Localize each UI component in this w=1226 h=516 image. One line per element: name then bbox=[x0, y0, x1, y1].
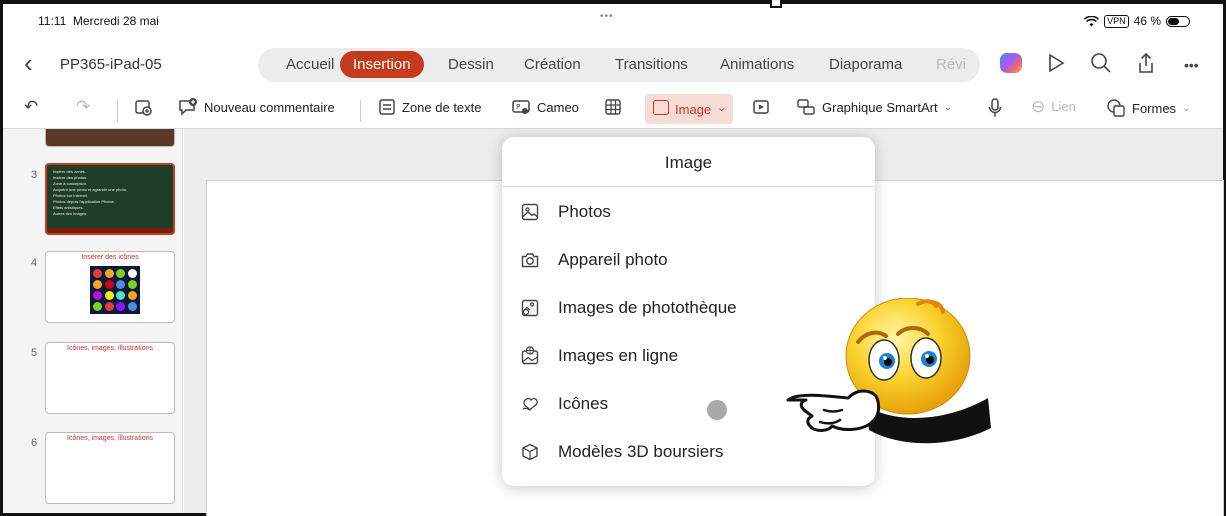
wifi-icon bbox=[1084, 15, 1100, 26]
tab-accueil[interactable]: Accueil bbox=[286, 56, 334, 73]
comment-add-icon bbox=[179, 98, 197, 116]
slide-title: Insérer des icônes bbox=[81, 254, 139, 261]
svg-text:P: P bbox=[516, 103, 520, 111]
redo-icon[interactable]: ↷ bbox=[76, 98, 90, 115]
menu-title: Image bbox=[664, 153, 713, 172]
stock-images-icon bbox=[521, 299, 539, 317]
slide-number: 5 bbox=[31, 347, 38, 359]
shapes-button[interactable]: Formes ⌄ bbox=[1106, 98, 1190, 118]
3d-model-icon bbox=[522, 443, 538, 461]
battery-percent: 46 % bbox=[1133, 14, 1161, 28]
photo-icon bbox=[521, 203, 539, 221]
cameo-button[interactable]: P Cameo bbox=[511, 98, 579, 116]
slide-number: 6 bbox=[31, 437, 38, 449]
date-text: Mercredi 28 mai bbox=[72, 14, 159, 28]
shapes-icon bbox=[1107, 99, 1125, 117]
copilot-icon[interactable] bbox=[1000, 53, 1022, 73]
play-icon[interactable] bbox=[1046, 52, 1066, 74]
shapes-label: Formes bbox=[1132, 100, 1177, 116]
bullet: Autres des images. bbox=[53, 211, 88, 216]
share-icon[interactable] bbox=[1136, 52, 1156, 74]
more-icon[interactable]: ••• bbox=[1184, 57, 1199, 73]
menu-item-label: Modèles 3D boursiers bbox=[558, 442, 724, 461]
slide-thumbnail-selected[interactable]: Insérer des zones. Insérer des photos. Z… bbox=[45, 163, 175, 235]
textbox-icon bbox=[379, 99, 395, 115]
slide-thumbnail[interactable]: Insérer des icônes bbox=[45, 251, 175, 323]
new-comment-button[interactable]: Nouveau commentaire bbox=[178, 98, 335, 116]
insert-ribbon: ↶ ↷ Nouveau commentaire Zone de texte P C… bbox=[0, 92, 1226, 126]
slide-thumbnail[interactable] bbox=[45, 129, 175, 147]
slide-thumbnail[interactable]: Icônes, images, illustrations bbox=[45, 432, 175, 504]
menu-divider bbox=[502, 186, 875, 187]
slide-number: 3 bbox=[31, 169, 38, 181]
menu-item-label: Images en ligne bbox=[558, 346, 679, 365]
image-button[interactable]: Image ⌄ bbox=[645, 94, 733, 124]
icons-icon bbox=[522, 397, 538, 412]
online-images-icon bbox=[521, 346, 539, 365]
document-name[interactable]: PP365-iPad-05 bbox=[60, 56, 162, 73]
back-chevron-icon[interactable]: ‹ bbox=[24, 50, 33, 76]
time-text: 11:11 bbox=[38, 14, 67, 28]
tab-dessin[interactable]: Dessin bbox=[448, 56, 494, 73]
link-icon: ⊖ bbox=[1031, 97, 1046, 116]
slide-thumbnail[interactable]: Icônes, images, illustrations bbox=[45, 342, 175, 414]
table-icon[interactable] bbox=[604, 98, 622, 116]
icon-grid-image bbox=[90, 266, 140, 314]
chevron-down-icon: ⌄ bbox=[717, 102, 727, 114]
divider bbox=[360, 100, 361, 122]
top-notch bbox=[770, 0, 782, 8]
chevron-down-icon: ⌄ bbox=[943, 101, 952, 113]
textbox-label: Zone de texte bbox=[402, 99, 482, 115]
search-icon[interactable] bbox=[1090, 52, 1112, 74]
undo-icon[interactable]: ↶ bbox=[24, 98, 38, 115]
new-comment-label: Nouveau commentaire bbox=[204, 99, 335, 115]
ribbon-tabs: Accueil Insertion Dessin Création Transi… bbox=[258, 48, 980, 82]
image-icon bbox=[653, 100, 669, 115]
new-slide-icon[interactable] bbox=[134, 98, 152, 116]
slide-title: Icônes, images, illustrations bbox=[67, 435, 153, 442]
status-right: VPN 46 % bbox=[1084, 14, 1190, 28]
menu-item-camera[interactable]: Appareil photo bbox=[520, 245, 860, 275]
tab-transitions[interactable]: Transitions bbox=[615, 56, 688, 73]
pointing-smiley-image bbox=[786, 298, 991, 444]
slide-title: Icônes, images, illustrations bbox=[67, 345, 153, 352]
slide-number: 4 bbox=[31, 257, 38, 269]
menu-item-label: Appareil photo bbox=[558, 250, 668, 269]
camera-icon bbox=[521, 253, 539, 268]
dictate-icon[interactable] bbox=[988, 98, 1002, 118]
image-label: Image bbox=[675, 102, 712, 117]
link-label: Lien bbox=[1051, 99, 1076, 114]
title-row: ‹ PP365-iPad-05 Accueil Insertion Dessin… bbox=[0, 48, 1226, 82]
touch-indicator bbox=[707, 400, 727, 420]
chevron-down-icon: ⌄ bbox=[1182, 102, 1191, 114]
cameo-icon: P bbox=[512, 100, 530, 114]
menu-item-label: Images de photothèque bbox=[558, 298, 737, 317]
slide-thumbnail-panel[interactable]: 3 Insérer des zones. Insérer des photos.… bbox=[3, 129, 183, 513]
multitask-dots[interactable]: ••• bbox=[600, 11, 614, 22]
tab-revision[interactable]: Révi bbox=[936, 56, 966, 73]
menu-item-label: Icônes bbox=[558, 394, 609, 413]
tab-insertion[interactable]: Insertion bbox=[340, 51, 424, 78]
tab-animations[interactable]: Animations bbox=[720, 56, 794, 73]
textbox-button[interactable]: Zone de texte bbox=[378, 98, 482, 116]
vpn-badge: VPN bbox=[1104, 14, 1129, 28]
tab-creation[interactable]: Création bbox=[524, 56, 581, 73]
smartart-label: Graphique SmartArt bbox=[822, 99, 938, 115]
battery-icon bbox=[1166, 15, 1190, 27]
menu-item-label: Photos bbox=[558, 202, 611, 221]
status-bar: 11:11 Mercredi 28 mai ••• VPN 46 % bbox=[0, 11, 1226, 34]
slide-bullets: Insérer des zones. Insérer des photos. Z… bbox=[53, 169, 127, 217]
video-icon[interactable] bbox=[752, 98, 770, 116]
slide-footer-bar bbox=[47, 228, 173, 233]
tab-diaporama[interactable]: Diaporama bbox=[829, 56, 902, 73]
status-time: 11:11 Mercredi 28 mai bbox=[38, 14, 159, 28]
link-button[interactable]: ⊖ Lien bbox=[1031, 98, 1076, 115]
smartart-icon bbox=[797, 99, 815, 115]
menu-item-photos[interactable]: Photos bbox=[520, 197, 860, 227]
smartart-button[interactable]: Graphique SmartArt ⌄ bbox=[796, 98, 952, 116]
cameo-label: Cameo bbox=[537, 99, 579, 115]
divider bbox=[117, 100, 118, 122]
